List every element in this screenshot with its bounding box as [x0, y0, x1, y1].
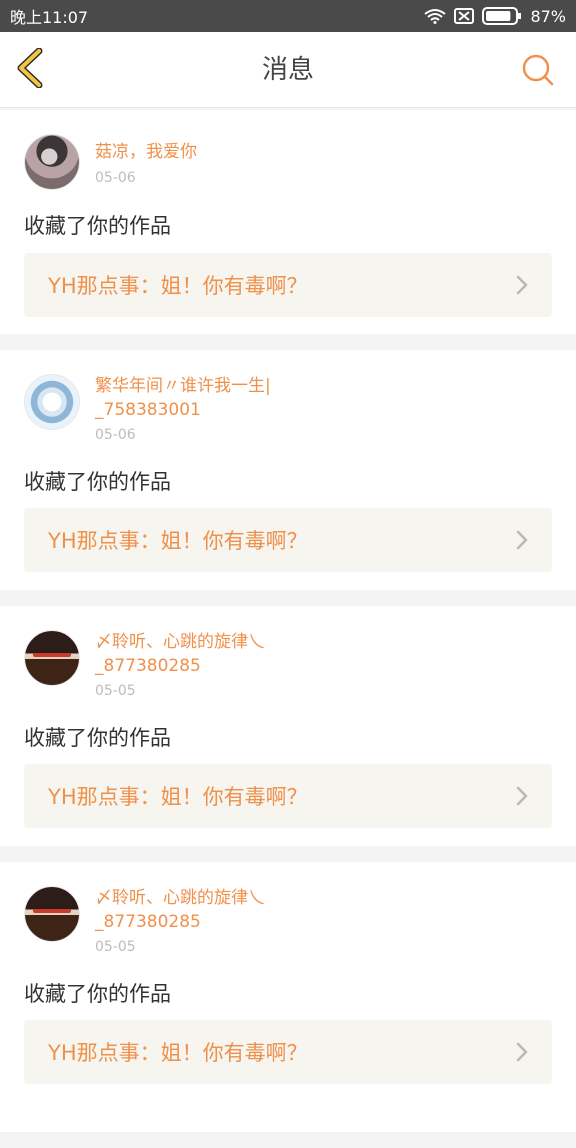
message-card: 繁华年间〃谁许我一生| _758383001 05-06 收藏了你的作品 YH那…	[0, 350, 576, 590]
search-icon	[521, 53, 555, 91]
chevron-right-icon	[512, 1041, 532, 1063]
message-date: 05-05	[95, 683, 136, 699]
message-action: 收藏了你的作品	[24, 214, 171, 238]
no-signal-icon	[454, 8, 475, 24]
work-title: YH那点事：姐！你有毒啊？	[48, 785, 308, 809]
message-action: 收藏了你的作品	[24, 726, 171, 750]
wifi-icon	[424, 8, 447, 24]
message-date: 05-06	[95, 427, 136, 443]
username[interactable]: 〆聆听、心跳的旋律乀 _877380285	[95, 886, 265, 934]
chevron-right-icon	[512, 274, 532, 296]
battery-percent: 87%	[530, 6, 566, 26]
username[interactable]: 〆聆听、心跳的旋律乀 _877380285	[95, 630, 265, 678]
work-title: YH那点事：姐！你有毒啊？	[48, 529, 308, 553]
avatar[interactable]	[24, 374, 80, 430]
avatar[interactable]	[24, 886, 80, 942]
message-action: 收藏了你的作品	[24, 470, 171, 494]
page-title: 消息	[261, 55, 314, 85]
message-action: 收藏了你的作品	[24, 982, 171, 1006]
work-title: YH那点事：姐！你有毒啊？	[48, 1041, 308, 1065]
status-icons: 87%	[424, 7, 566, 26]
app-header: 消息	[0, 32, 576, 108]
status-time: 晚上11:07	[10, 8, 89, 27]
status-bar: 晚上11:07 87%	[0, 0, 576, 32]
message-date: 05-06	[95, 170, 136, 186]
work-title: YH那点事：姐！你有毒啊？	[48, 274, 308, 298]
battery-icon	[482, 7, 522, 25]
search-button[interactable]	[518, 54, 558, 90]
chevron-right-icon	[512, 785, 532, 807]
message-card: 〆聆听、心跳的旋律乀 _877380285 05-05 收藏了你的作品 YH那点…	[0, 606, 576, 846]
work-link[interactable]: YH那点事：姐！你有毒啊？	[24, 508, 552, 572]
avatar[interactable]	[24, 630, 80, 686]
message-date: 05-05	[95, 939, 136, 955]
message-card: 〆聆听、心跳的旋律乀 _877380285 05-05 收藏了你的作品 YH那点…	[0, 862, 576, 1132]
message-list: 菇凉，我爱你 05-06 收藏了你的作品 YH那点事：姐！你有毒啊？ 繁华年间〃…	[0, 110, 576, 1148]
work-link[interactable]: YH那点事：姐！你有毒啊？	[24, 764, 552, 828]
work-link[interactable]: YH那点事：姐！你有毒啊？	[24, 1020, 552, 1084]
work-link[interactable]: YH那点事：姐！你有毒啊？	[24, 253, 552, 317]
chevron-right-icon	[512, 529, 532, 551]
message-card: 菇凉，我爱你 05-06 收藏了你的作品 YH那点事：姐！你有毒啊？	[0, 110, 576, 334]
avatar[interactable]	[24, 134, 80, 190]
username[interactable]: 繁华年间〃谁许我一生| _758383001	[95, 374, 271, 422]
username[interactable]: 菇凉，我爱你	[95, 140, 197, 164]
